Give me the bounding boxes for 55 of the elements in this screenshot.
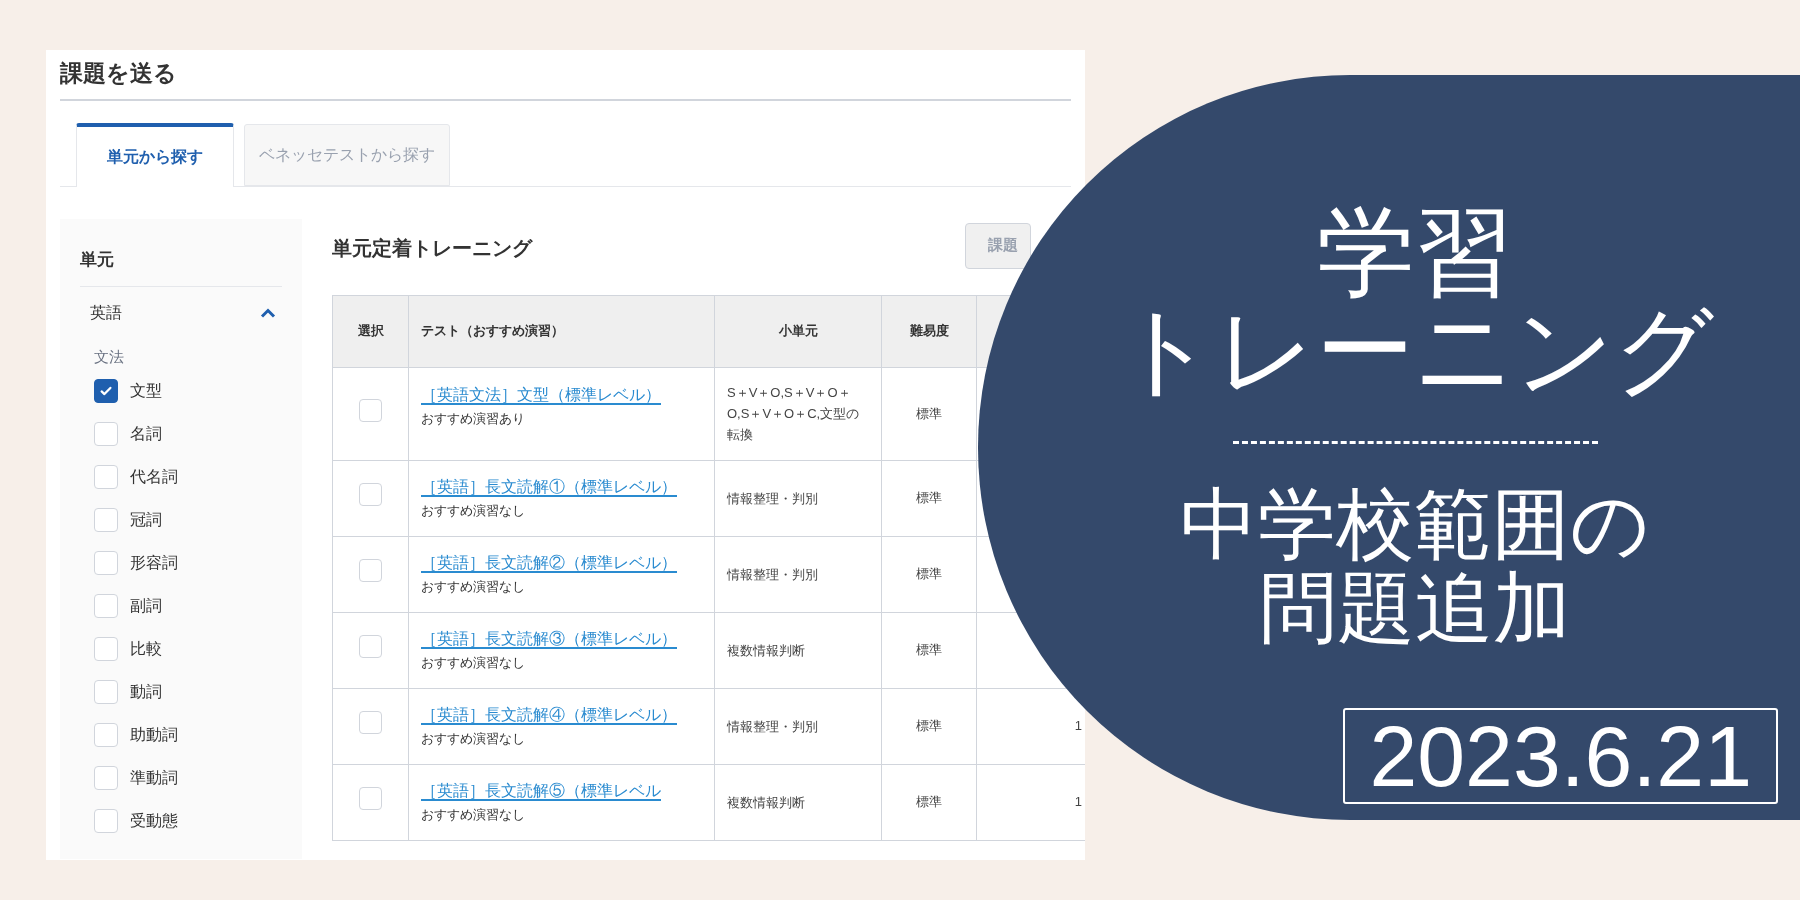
table-cell: 標準: [881, 460, 977, 536]
table-cell: S＋V＋O,S＋V＋O＋O,S＋V＋O＋C,文型の転換: [714, 367, 882, 460]
checkbox-label: 準動詞: [130, 768, 178, 788]
checkbox-label: 文型: [130, 381, 162, 401]
table-cell: 標準: [881, 367, 977, 460]
recommendation-note: おすすめ演習なし: [421, 578, 525, 594]
column-header: テスト（おすすめ演習）: [408, 295, 715, 367]
table-cell: 標準: [881, 612, 977, 688]
subject-toggle[interactable]: 英語: [80, 287, 282, 339]
column-header: 選択: [332, 295, 409, 367]
check-icon: [99, 384, 113, 398]
checkbox-label: 代名詞: [130, 467, 178, 487]
test-link[interactable]: ［英語］長文読解④（標準レベル）: [421, 705, 677, 725]
test-link[interactable]: ［英語文法］文型（標準レベル）: [421, 385, 661, 405]
tab[interactable]: ベネッセテストから探す: [244, 123, 450, 186]
table-cell: 標準: [881, 764, 977, 840]
checkbox-label: 動詞: [130, 682, 162, 702]
table-cell: 情報整理・判別: [714, 688, 882, 764]
banner-subtitle: 中学校範囲の: [1180, 482, 1650, 566]
checkbox-label: 副詞: [130, 596, 162, 616]
checkbox-label: 比較: [130, 639, 162, 659]
test-link[interactable]: ［英語］長文読解③（標準レベル）: [421, 629, 677, 649]
recommendation-note: おすすめ演習なし: [421, 806, 525, 822]
column-header: 小単元: [714, 295, 882, 367]
table-cell: 情報整理・判別: [714, 460, 882, 536]
test-link[interactable]: ［英語］長文読解①（標準レベル）: [421, 477, 677, 497]
table-cell: 情報整理・判別: [714, 536, 882, 612]
checkbox-label: 形容詞: [130, 553, 178, 573]
recommendation-note: おすすめ演習なし: [421, 502, 525, 518]
chevron-up-icon: [260, 308, 276, 318]
date-text: 2023.6.21: [1369, 713, 1752, 799]
group-label: 文法: [94, 348, 124, 365]
section-heading: 単元定着トレーニング: [332, 235, 532, 261]
recommendation-note: おすすめ演習なし: [421, 654, 525, 670]
table-cell: 標準: [881, 688, 977, 764]
checkbox-label: 冠詞: [130, 510, 162, 530]
checkbox-label: 名詞: [130, 424, 162, 444]
column-header: 難易度: [881, 295, 977, 367]
page-title: 課題を送る: [60, 60, 177, 86]
checkbox-label: 助動詞: [130, 725, 178, 745]
banner-subtitle: 問題追加: [1259, 566, 1571, 650]
banner-title: トレーニング: [1116, 301, 1714, 399]
create-assignment-button[interactable]: 課題: [965, 222, 1031, 269]
checkbox-label: 受動態: [130, 811, 178, 831]
checkbox[interactable]: [94, 379, 118, 403]
table-cell: 複数情報判断: [714, 764, 882, 840]
recommendation-note: おすすめ演習あり: [421, 410, 525, 426]
table-cell: 標準: [881, 536, 977, 612]
table-cell: 複数情報判断: [714, 612, 882, 688]
tab[interactable]: 単元から探す: [76, 122, 234, 187]
test-link[interactable]: ［英語］長文読解⑤（標準レベル: [421, 781, 661, 801]
recommendation-note: おすすめ演習なし: [421, 730, 525, 746]
sidebar-heading: 単元: [80, 249, 114, 269]
banner-title: 学習: [1317, 203, 1513, 301]
test-link[interactable]: ［英語］長文読解②（標準レベル）: [421, 553, 677, 573]
